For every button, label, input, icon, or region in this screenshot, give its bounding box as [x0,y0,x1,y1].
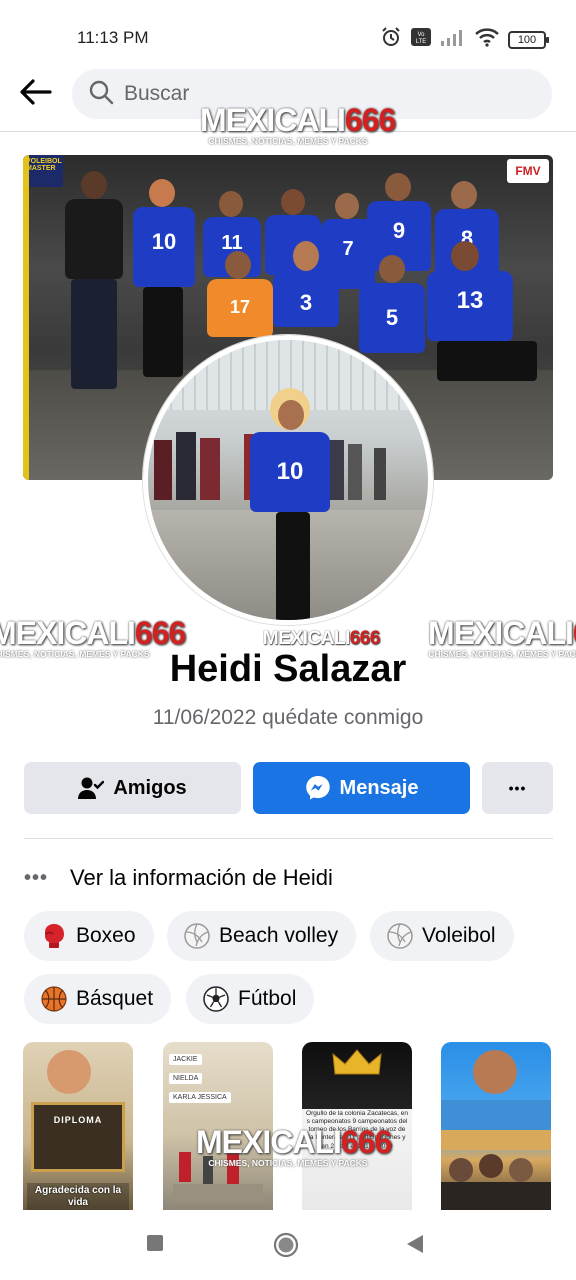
diploma-title: DIPLOMA [53,1115,103,1125]
watermark-brand: MEXICALI [428,615,574,651]
interest-label: Voleibol [422,924,496,947]
more-dots-icon: ••• [24,866,49,889]
interest-label: Beach volley [219,924,339,947]
message-button[interactable]: Mensaje [253,762,470,814]
story-card[interactable]: DIPLOMA Agradecida con la vida [23,1042,133,1210]
story-card[interactable]: Orgullo de la colonia Zacatecas, en s ca… [302,1042,412,1210]
section-divider [24,838,553,839]
profile-avatar[interactable]: 10 [143,335,433,625]
soccer-ball-icon [202,985,230,1013]
search-icon [88,79,114,110]
interest-chip-boxeo[interactable]: Boxeo [24,911,154,961]
back-triangle-icon[interactable] [405,1234,425,1259]
story-tag: JACKIE [169,1054,202,1065]
cover-stripe [23,155,29,480]
story-caption: Agradecida con la vida [27,1183,129,1210]
interest-chip-voleibol[interactable]: Voleibol [370,911,514,961]
interest-chip-futbol[interactable]: Fútbol [186,974,315,1024]
watermark-center: MEXICALI666 [263,628,381,647]
messenger-icon [305,775,331,801]
more-options-button[interactable]: ••• [482,762,553,814]
svg-text:Vo: Vo [417,32,425,38]
story-card[interactable] [441,1042,551,1210]
interest-label: Fútbol [238,987,297,1010]
battery-icon: 100 [508,30,549,49]
interest-label: Boxeo [76,924,136,947]
story-tags: JACKIE NIELDA KARLA JESSICA [169,1054,231,1111]
diploma-image: DIPLOMA [31,1102,125,1172]
story-card[interactable]: JACKIE NIELDA KARLA JESSICA [163,1042,273,1210]
interest-label: Básquet [76,987,154,1010]
interest-chip-basquet[interactable]: Básquet [24,974,172,1024]
boxing-glove-icon [40,922,68,950]
about-info-link[interactable]: ••• Ver la información de Heidi [24,860,333,896]
recents-square-icon[interactable] [146,1234,164,1257]
more-dots-icon: ••• [508,780,527,796]
bitmoji-avatar [47,1050,91,1094]
watermark-tagline: CHISMES, NOTICIAS, MEMES Y PACKS [208,136,368,146]
status-bar: 11:13 PM Vo LTE 100 [0,0,576,62]
friends-button[interactable]: Amigos [24,762,241,814]
volleyball-icon [183,922,211,950]
about-info-label: Ver la información de Heidi [70,865,333,890]
arrow-left-icon [18,77,52,112]
volleyball-icon [386,922,414,950]
story-tag: NIELDA [169,1073,203,1084]
story-text: Orgullo de la colonia Zacatecas, en s ca… [306,1110,408,1150]
search-bar[interactable] [72,69,552,119]
status-icons: Vo LTE 100 [380,26,549,53]
message-button-label: Mensaje [339,776,419,799]
volte-icon: Vo LTE [410,27,432,52]
interest-chip-beach-volley[interactable]: Beach volley [167,911,357,961]
back-button[interactable] [14,76,56,112]
profile-bio: 11/06/2022 quédate conmigo [152,706,424,729]
friends-button-label: Amigos [113,776,187,799]
basketball-icon [40,985,68,1013]
bitmoji-avatar [473,1050,517,1094]
home-circle-icon[interactable] [273,1232,299,1263]
profile-name: Heidi Salazar [169,648,407,690]
wifi-icon [474,27,500,52]
svg-text:LTE: LTE [416,39,427,45]
story-tag: KARLA JESSICA [169,1092,231,1103]
fmv-logo: FMV [507,159,549,183]
friends-check-icon [78,776,105,800]
status-time: 11:13 PM [77,28,149,47]
watermark-number: 666 [134,615,186,651]
crown-icon [332,1048,382,1083]
search-input[interactable] [124,82,504,106]
volleyball-players-image [173,1150,263,1202]
android-nav-bar [0,1214,576,1280]
cover-banner: VOLEIBOL MASTER [23,155,63,187]
watermark-brand: MEXICALI [262,626,351,649]
top-bar [0,62,576,132]
watermark-brand: MEXICALI [0,615,136,651]
alarm-icon [380,26,402,53]
airport-group-image [441,1100,551,1210]
signal-icon [440,27,466,52]
watermark-number: 666 [349,626,381,649]
